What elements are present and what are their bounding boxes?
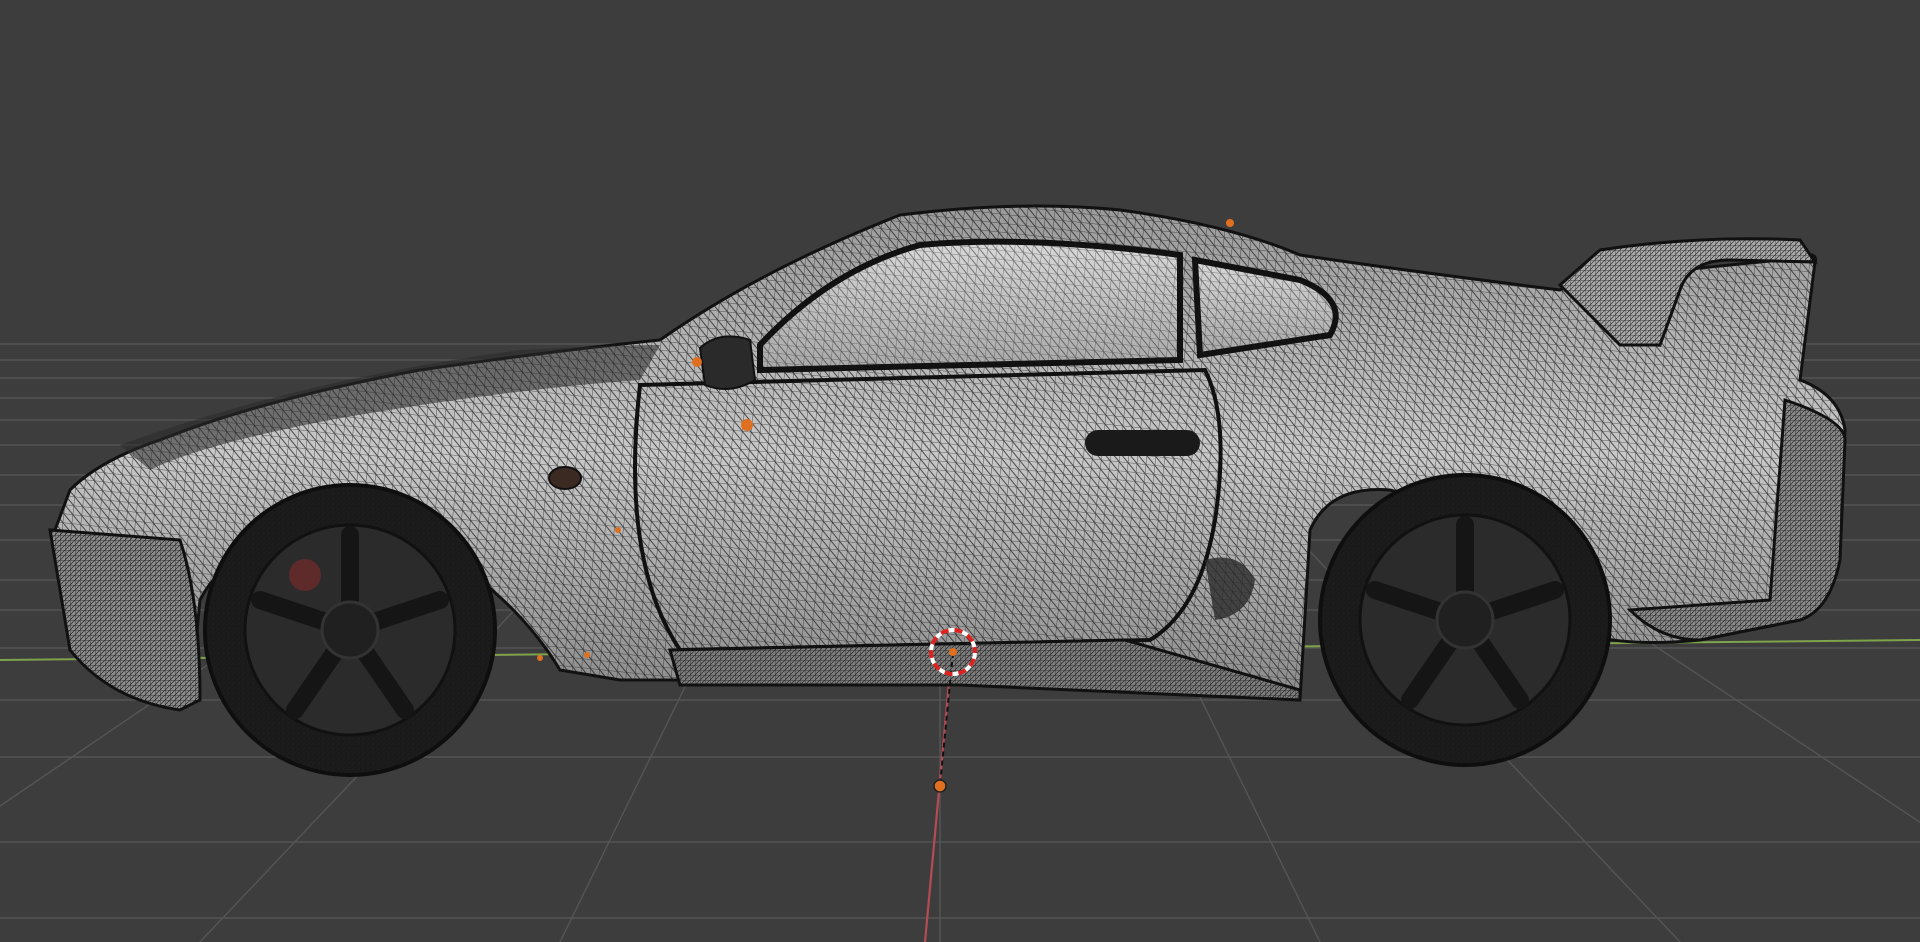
rear-wheel[interactable] xyxy=(1318,473,1612,767)
3d-viewport[interactable] xyxy=(0,0,1920,942)
side-marker xyxy=(548,466,582,490)
x-axis-line xyxy=(923,649,954,942)
door-handle[interactable] xyxy=(1085,430,1200,456)
side-mirror[interactable] xyxy=(698,335,757,390)
front-wheel[interactable] xyxy=(203,483,497,777)
origin-point-icon[interactable] xyxy=(933,779,947,793)
